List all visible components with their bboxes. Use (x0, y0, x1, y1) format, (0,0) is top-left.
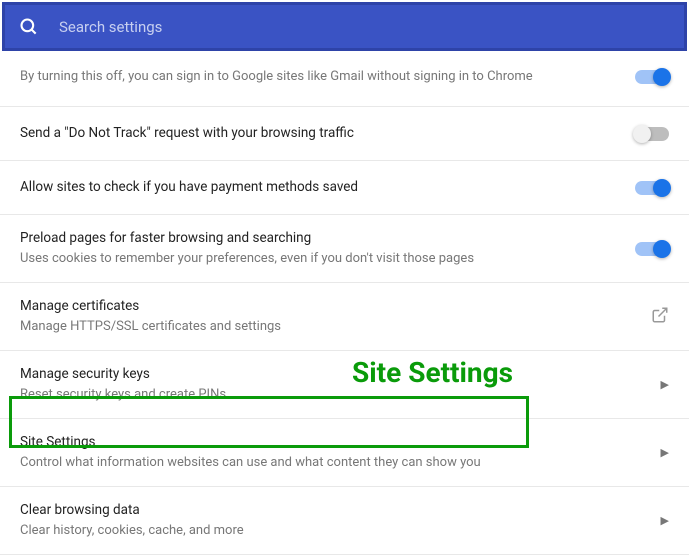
setting-control (635, 70, 669, 84)
search-icon (19, 17, 39, 37)
setting-desc: Manage HTTPS/SSL certificates and settin… (20, 318, 621, 336)
setting-title: Send a "Do Not Track" request with your … (20, 124, 605, 143)
payment-toggle[interactable] (635, 181, 669, 195)
setting-desc: Uses cookies to remember your preference… (20, 250, 605, 268)
setting-desc: Reset security keys and create PINs (20, 386, 631, 404)
setting-certificates-row[interactable]: Manage certificates Manage HTTPS/SSL cer… (0, 283, 689, 351)
setting-control (651, 306, 669, 328)
settings-list: By turning this off, you can sign in to … (0, 53, 689, 555)
setting-control: ▶ (661, 514, 669, 527)
setting-dnt-row[interactable]: Send a "Do Not Track" request with your … (0, 107, 689, 161)
setting-text: Site Settings Control what information w… (20, 433, 661, 472)
preload-toggle[interactable] (635, 242, 669, 256)
setting-control (635, 242, 669, 256)
setting-desc: By turning this off, you can sign in to … (20, 68, 605, 86)
setting-text: By turning this off, you can sign in to … (20, 66, 635, 86)
setting-site-settings-row[interactable]: Site Settings Control what information w… (0, 419, 689, 487)
setting-security-keys-row[interactable]: Manage security keys Reset security keys… (0, 351, 689, 419)
setting-control (635, 181, 669, 195)
setting-title: Clear browsing data (20, 501, 631, 520)
setting-title: Allow sites to check if you have payment… (20, 178, 605, 197)
toggle-knob (653, 68, 671, 86)
toggle-knob (653, 179, 671, 197)
setting-control: ▶ (661, 378, 669, 391)
setting-title: Manage certificates (20, 297, 621, 316)
setting-text: Allow sites to check if you have payment… (20, 178, 635, 197)
setting-text: Manage security keys Reset security keys… (20, 365, 661, 404)
setting-preload-row[interactable]: Preload pages for faster browsing and se… (0, 215, 689, 283)
setting-text: Manage certificates Manage HTTPS/SSL cer… (20, 297, 651, 336)
toggle-knob (633, 125, 651, 143)
search-bar[interactable] (2, 2, 687, 51)
chevron-right-icon: ▶ (661, 446, 669, 459)
setting-title: Manage security keys (20, 365, 631, 384)
signin-toggle[interactable] (635, 70, 669, 84)
setting-text: Clear browsing data Clear history, cooki… (20, 501, 661, 540)
search-input[interactable] (59, 18, 670, 36)
chevron-right-icon: ▶ (661, 514, 669, 527)
setting-text: Preload pages for faster browsing and se… (20, 229, 635, 268)
dnt-toggle[interactable] (635, 127, 669, 141)
setting-control: ▶ (661, 446, 669, 459)
external-link-icon (651, 306, 669, 328)
chevron-right-icon: ▶ (661, 378, 669, 391)
setting-desc: Clear history, cookies, cache, and more (20, 522, 631, 540)
setting-payment-row[interactable]: Allow sites to check if you have payment… (0, 161, 689, 215)
setting-title: Site Settings (20, 433, 631, 452)
setting-text: Send a "Do Not Track" request with your … (20, 124, 635, 143)
toggle-knob (653, 240, 671, 258)
setting-clear-data-row[interactable]: Clear browsing data Clear history, cooki… (0, 487, 689, 555)
setting-signin-row[interactable]: By turning this off, you can sign in to … (0, 53, 689, 107)
setting-title: Preload pages for faster browsing and se… (20, 229, 605, 248)
setting-desc: Control what information websites can us… (20, 454, 631, 472)
setting-control (635, 127, 669, 141)
